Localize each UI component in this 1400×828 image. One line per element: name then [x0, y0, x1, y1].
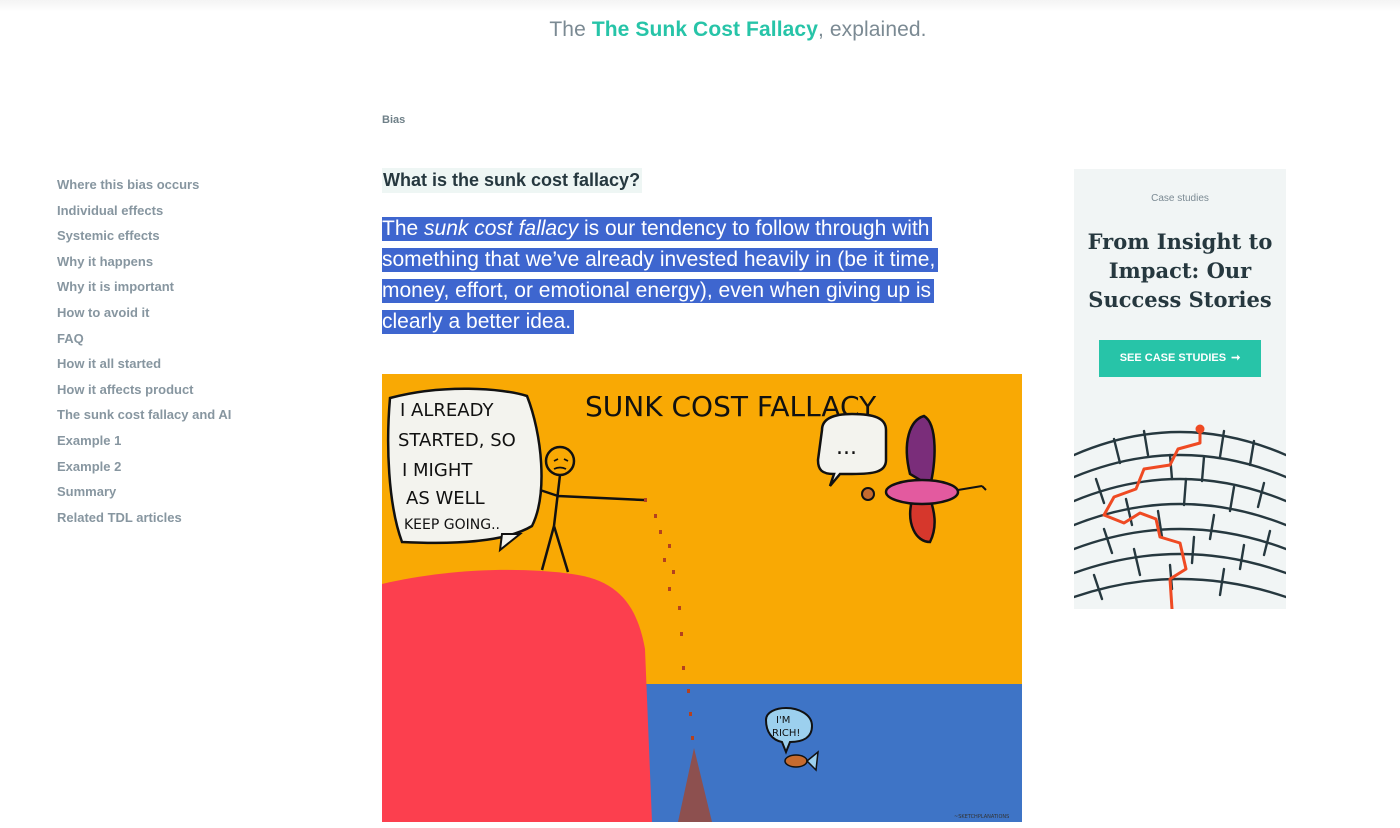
- section-heading: What is the sunk cost fallacy?: [382, 168, 643, 193]
- toc-item-how-it-affects-product[interactable]: How it affects product: [57, 381, 231, 407]
- fish-speech-line-2: RICH!: [772, 728, 800, 739]
- promo-title-line-3: Success Stories: [1088, 287, 1272, 312]
- arrow-right-icon: ➞: [1231, 352, 1241, 364]
- fish-body: [784, 754, 808, 768]
- page-title-topic: The Sunk Cost Fallacy: [591, 18, 818, 41]
- maze-start-dot: [1195, 424, 1205, 434]
- sunk-cost-comic: I ALREADY STARTED, SO I MIGHT AS WELL KE…: [382, 374, 1022, 822]
- intro-paragraph[interactable]: The sunk cost fallacy is our tendency to…: [382, 213, 982, 337]
- toc-item-sunk-cost-fallacy-and-ai[interactable]: The sunk cost fallacy and AI: [57, 406, 231, 432]
- see-case-studies-label: SEE CASE STUDIES: [1119, 352, 1227, 364]
- toc-item-faq[interactable]: FAQ: [57, 330, 231, 356]
- toc-item-individual-effects[interactable]: Individual effects: [57, 202, 231, 228]
- promo-eyebrow: Case studies: [1151, 193, 1209, 204]
- stick-figure-head: [544, 445, 576, 477]
- toc-item-example-1[interactable]: Example 1: [57, 432, 231, 458]
- toc-item-why-it-is-important[interactable]: Why it is important: [57, 278, 231, 304]
- speech-line-1: I ALREADY: [400, 400, 494, 421]
- see-case-studies-button[interactable]: SEE CASE STUDIES ➞: [1099, 340, 1261, 377]
- toc-item-why-it-happens[interactable]: Why it happens: [57, 253, 231, 279]
- table-of-contents: Where this bias occurs Individual effect…: [57, 176, 231, 534]
- bird-speech-text: ...: [836, 435, 857, 460]
- page-title-suffix: , explained.: [817, 18, 927, 41]
- toc-item-where-this-bias-occurs[interactable]: Where this bias occurs: [57, 176, 231, 202]
- bird-body: [884, 478, 960, 506]
- comic-drawing: I ALREADY STARTED, SO I MIGHT AS WELL KE…: [382, 374, 1022, 822]
- bird-head: [861, 487, 875, 501]
- promo-title-line-2: Impact: Our: [1108, 258, 1252, 283]
- maze-illustration: [1074, 424, 1286, 609]
- fish-speech-line-1: I'M: [776, 715, 790, 726]
- toc-item-how-to-avoid-it[interactable]: How to avoid it: [57, 304, 231, 330]
- bird-upper-wing: [905, 414, 936, 488]
- selected-text-highlight: The sunk cost fallacy is our tendency to…: [382, 217, 939, 334]
- toc-item-summary[interactable]: Summary: [57, 483, 231, 509]
- promo-title: From Insight to Impact: Our Success Stor…: [1074, 227, 1286, 314]
- speech-line-4: AS WELL: [406, 488, 485, 509]
- toc-item-example-2[interactable]: Example 2: [57, 458, 231, 484]
- breadcrumb-category-link[interactable]: Bias: [382, 114, 405, 126]
- toc-item-how-it-all-started[interactable]: How it all started: [57, 355, 231, 381]
- speech-line-5: KEEP GOING..: [404, 517, 500, 533]
- comic-cliff: [382, 569, 652, 822]
- intro-lead: The: [382, 217, 425, 240]
- page-title-prefix: The: [549, 18, 586, 41]
- promo-title-line-1: From Insight to: [1087, 229, 1273, 254]
- intro-term: sunk cost fallacy: [424, 217, 579, 240]
- speech-line-3: I MIGHT: [402, 460, 473, 481]
- toc-item-systemic-effects[interactable]: Systemic effects: [57, 227, 231, 253]
- page-title: The The Sunk Cost Fallacy, explained.: [0, 18, 1400, 42]
- speech-line-2: STARTED, SO: [398, 430, 516, 451]
- toc-item-related-articles[interactable]: Related TDL articles: [57, 509, 231, 535]
- case-studies-promo: Case studies From Insight to Impact: Our…: [1074, 169, 1286, 609]
- comic-credit: ~SKETCHPLANATIONS: [954, 814, 1009, 820]
